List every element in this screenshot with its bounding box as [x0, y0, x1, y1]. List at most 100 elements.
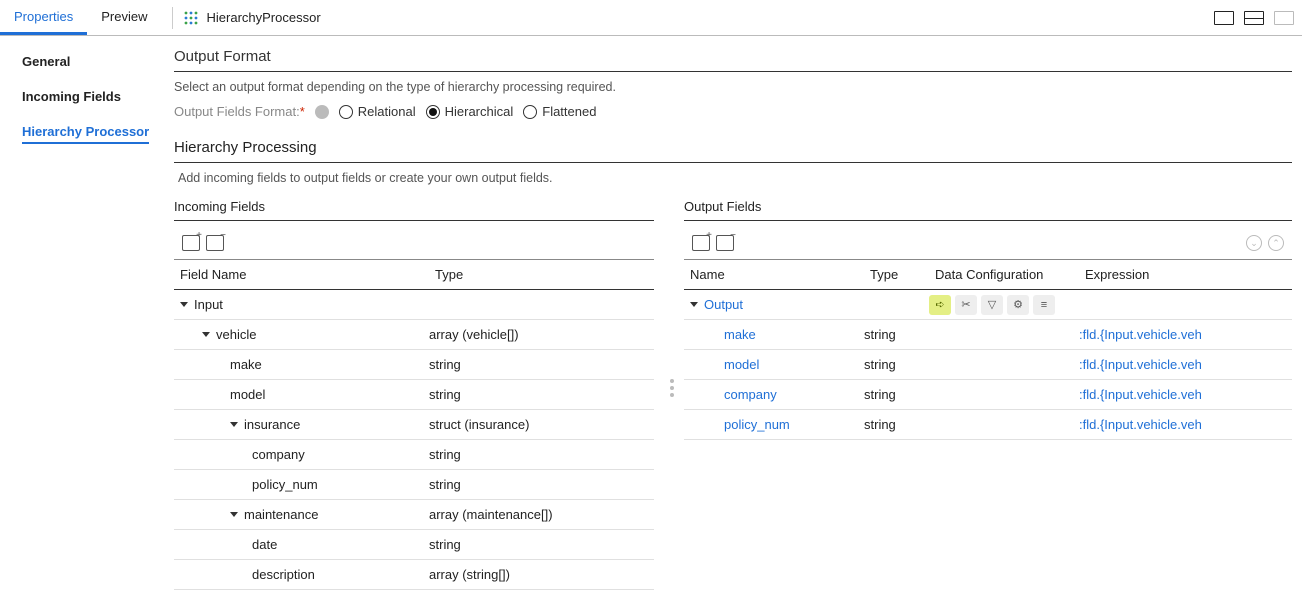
incoming-row[interactable]: makestring [174, 350, 654, 380]
help-icon[interactable] [315, 105, 329, 119]
sort-icon[interactable]: ≡ [1033, 295, 1055, 315]
output-row[interactable]: make string :fld.{Input.vehicle.veh [684, 320, 1292, 350]
caret-icon[interactable] [690, 302, 698, 307]
output-header-cfg: Data Configuration [929, 260, 1079, 289]
incoming-row[interactable]: date string [174, 530, 654, 560]
output-header-type: Type [864, 260, 929, 289]
incoming-row[interactable]: insurance struct (insurance) [174, 410, 654, 440]
field-type: string [429, 537, 654, 552]
sidebar-item-general[interactable]: General [22, 54, 160, 69]
incoming-rows: Inputvehiclearray (vehicle[])makestringm… [174, 290, 654, 590]
output-toolbar: ⌄ ⌃ [684, 231, 1292, 259]
hierarchy-processing-desc: Add incoming fields to output fields or … [174, 171, 1292, 185]
output-header-name: Name [684, 260, 864, 289]
incoming-header-type: Type [429, 260, 654, 289]
caret-icon[interactable] [180, 302, 188, 307]
output-field-name[interactable]: policy_num [724, 417, 790, 432]
field-type: string [429, 387, 654, 402]
field-name: vehicle [216, 327, 256, 342]
caret-icon[interactable] [230, 422, 238, 427]
caret-icon[interactable] [230, 512, 238, 517]
output-grid-header: Name Type Data Configuration Expression [684, 259, 1292, 290]
output-row[interactable]: model string :fld.{Input.vehicle.veh [684, 350, 1292, 380]
radio-flattened-label: Flattened [542, 104, 596, 119]
output-format-heading: Output Format [174, 48, 1292, 72]
expand-all-output-icon[interactable] [692, 235, 710, 251]
field-type: array (string[]) [429, 567, 654, 582]
view-mode-icons [1214, 11, 1294, 25]
collapse-all-icon[interactable] [206, 235, 224, 251]
field-type: array (vehicle[]) [429, 327, 654, 342]
output-field-expression[interactable]: :fld.{Input.vehicle.veh [1079, 387, 1292, 402]
view-full-icon[interactable] [1274, 11, 1294, 25]
divider [172, 7, 173, 29]
link-icon[interactable]: ✂ [955, 295, 977, 315]
caret-icon[interactable] [202, 332, 210, 337]
incoming-header-name: Field Name [174, 260, 429, 289]
tab-properties[interactable]: Properties [0, 0, 87, 35]
output-field-name[interactable]: model [724, 357, 759, 372]
output-format-label: Output Fields Format:* [174, 104, 305, 119]
incoming-grid-header: Field Name Type [174, 259, 654, 290]
output-format-desc: Select an output format depending on the… [174, 80, 1292, 94]
sidebar: General Incoming Fields Hierarchy Proces… [0, 36, 170, 606]
group-icon[interactable]: ⚙ [1007, 295, 1029, 315]
incoming-row[interactable]: vehicle array (vehicle[]) [174, 320, 654, 350]
expand-all-icon[interactable] [182, 235, 200, 251]
field-type: struct (insurance) [429, 417, 654, 432]
processor-label: HierarchyProcessor [183, 10, 321, 26]
filter-icon[interactable]: ▽ [981, 295, 1003, 315]
radio-flattened[interactable]: Flattened [523, 104, 596, 119]
tab-preview[interactable]: Preview [87, 0, 161, 35]
drag-handle-icon[interactable] [670, 379, 674, 397]
output-format-row: Output Fields Format:* Relational Hierar… [174, 104, 1292, 119]
output-field-expression[interactable]: :fld.{Input.vehicle.veh [1079, 357, 1292, 372]
radio-relational[interactable]: Relational [339, 104, 416, 119]
output-fields-title: Output Fields [684, 199, 1292, 221]
field-type: array (maintenance[]) [429, 507, 654, 522]
field-name: date [252, 537, 277, 552]
output-row[interactable]: policy_numstring:fld.{Input.vehicle.veh [684, 410, 1292, 440]
sidebar-item-hierarchy-processor[interactable]: Hierarchy Processor [22, 124, 149, 144]
processor-icon [183, 10, 199, 26]
output-field-name[interactable]: company [724, 387, 777, 402]
view-split-icon[interactable] [1244, 11, 1264, 25]
output-field-expression[interactable]: :fld.{Input.vehicle.veh [1079, 417, 1292, 432]
field-name: insurance [244, 417, 300, 432]
output-field-expression[interactable]: :fld.{Input.vehicle.veh [1079, 327, 1292, 342]
output-header-expr: Expression [1079, 260, 1292, 289]
incoming-fields-title: Incoming Fields [174, 199, 654, 221]
chevron-down-icon[interactable]: ⌄ [1246, 235, 1262, 251]
field-name: maintenance [244, 507, 318, 522]
output-rows: Output ➪✂▽⚙≡ make string :fld.{Input.vehicle… [684, 290, 1292, 440]
field-name: model [230, 387, 265, 402]
output-row[interactable]: Output ➪✂▽⚙≡ [684, 290, 1292, 320]
incoming-row[interactable]: model string [174, 380, 654, 410]
output-fields-panel: Output Fields ⌄ ⌃ Name Type Data Configu… [684, 199, 1292, 590]
field-type: string [429, 357, 654, 372]
output-field-cfg: ➪✂▽⚙≡ [929, 295, 1079, 315]
output-field-type: string [864, 387, 929, 402]
radio-hierarchical[interactable]: Hierarchical [426, 104, 514, 119]
incoming-toolbar [174, 231, 654, 259]
processor-name: HierarchyProcessor [207, 10, 321, 25]
output-row[interactable]: company string :fld.{Input.vehicle.veh [684, 380, 1292, 410]
incoming-row[interactable]: maintenance array (maintenance[]) [174, 500, 654, 530]
map-icon[interactable]: ➪ [929, 295, 951, 315]
output-field-type: string [864, 327, 929, 342]
field-name: Input [194, 297, 223, 312]
view-single-icon[interactable] [1214, 11, 1234, 25]
incoming-row[interactable]: Input [174, 290, 654, 320]
chevron-up-icon[interactable]: ⌃ [1268, 235, 1284, 251]
incoming-row[interactable]: policy_numstring [174, 470, 654, 500]
output-field-name[interactable]: make [724, 327, 756, 342]
collapse-all-output-icon[interactable] [716, 235, 734, 251]
hierarchy-processing-heading: Hierarchy Processing [174, 139, 1292, 163]
incoming-row[interactable]: descriptionarray (string[]) [174, 560, 654, 590]
field-name: company [252, 447, 305, 462]
output-field-name[interactable]: Output [704, 297, 743, 312]
incoming-row[interactable]: companystring [174, 440, 654, 470]
top-bar: Properties Preview HierarchyProcessor [0, 0, 1302, 36]
sidebar-item-incoming-fields[interactable]: Incoming Fields [22, 89, 160, 104]
output-field-type: string [864, 357, 929, 372]
